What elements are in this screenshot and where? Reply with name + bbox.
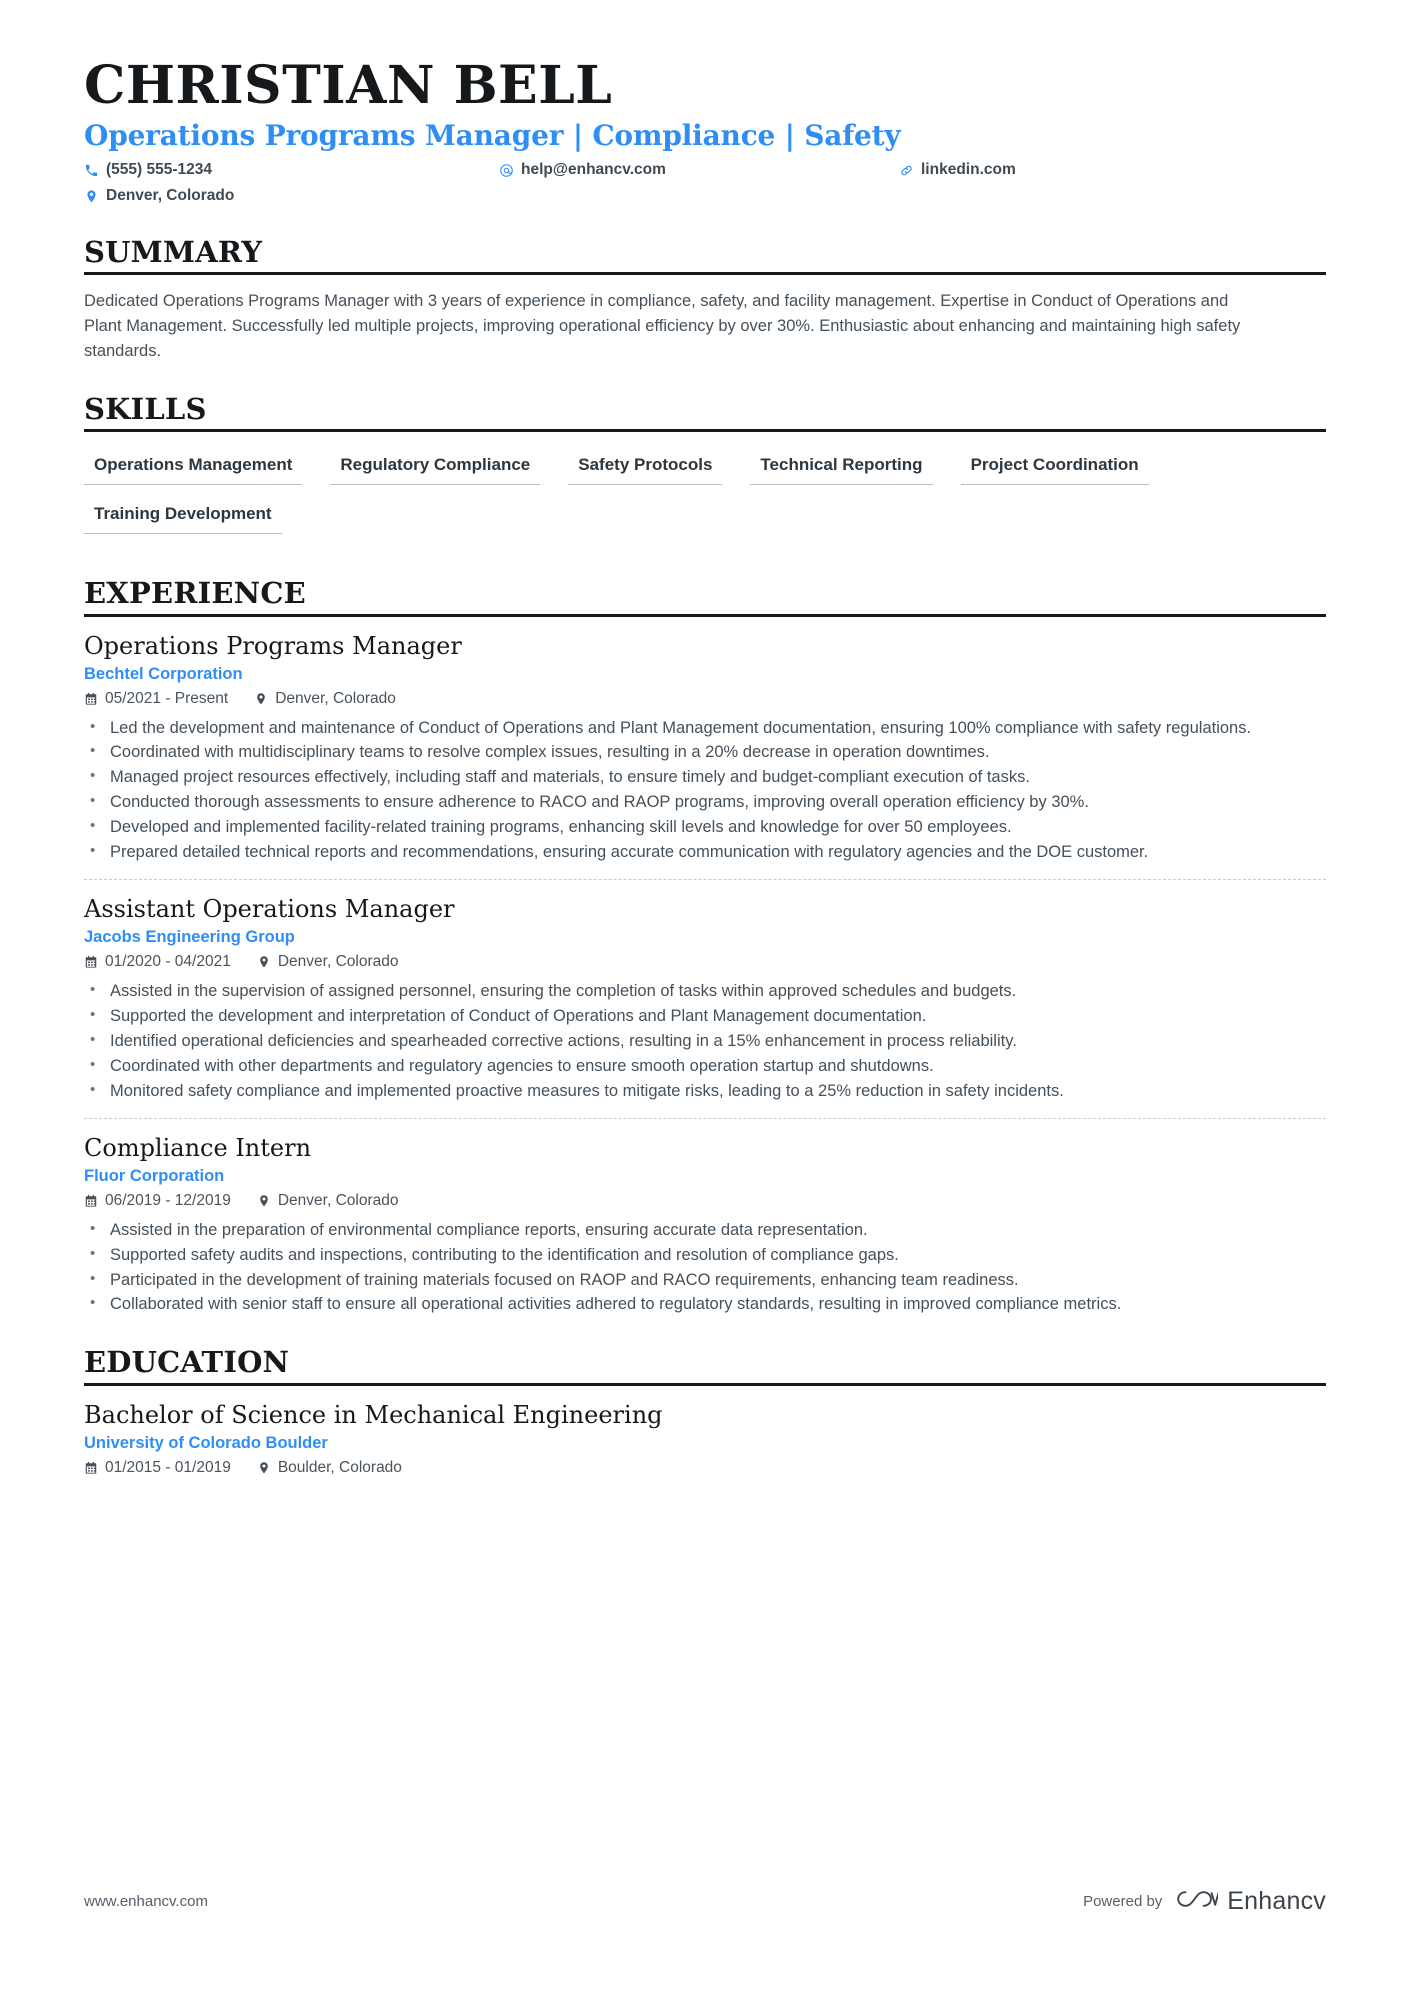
- footer-website-url[interactable]: www.enhancv.com: [84, 1893, 208, 1910]
- experience-location: Denver, Colorado: [257, 953, 399, 971]
- bullet-item: Supported the development and interpreta…: [84, 1004, 1324, 1029]
- experience-location-text: Denver, Colorado: [277, 953, 399, 971]
- experience-location: Denver, Colorado: [254, 690, 396, 708]
- bullet-item: Developed and implemented facility-relat…: [84, 815, 1324, 840]
- email-icon: [499, 163, 514, 178]
- section-title-education: EDUCATION: [84, 1347, 1326, 1386]
- experience-dates-text: 01/2020 - 04/2021: [105, 953, 231, 971]
- experience-bullets: Assisted in the supervision of assigned …: [84, 979, 1326, 1104]
- education-meta: 01/2015 - 01/2019 Boulder, Colorado: [84, 1459, 1326, 1477]
- section-title-summary: SUMMARY: [84, 237, 1326, 276]
- experience-bullets: Assisted in the preparation of environme…: [84, 1218, 1326, 1318]
- bullet-item: Coordinated with multidisciplinary teams…: [84, 740, 1324, 765]
- location-pin-icon: [257, 1461, 271, 1475]
- footer-branding: Powered by Enhancv: [1083, 1886, 1326, 1917]
- contact-linkedin[interactable]: linkedin.com: [899, 160, 1326, 181]
- skill-item: Operations Management: [84, 450, 303, 486]
- contact-phone[interactable]: (555) 555-1234: [84, 160, 499, 181]
- experience-dates: 01/2020 - 04/2021: [84, 953, 231, 971]
- phone-icon: [84, 163, 99, 178]
- experience-dates-text: 05/2021 - Present: [105, 689, 229, 707]
- experience-meta: 01/2020 - 04/2021 Denver, Colorado: [84, 953, 1326, 971]
- bullet-item: Coordinated with other departments and r…: [84, 1054, 1324, 1079]
- skills-list: Operations Management Regulatory Complia…: [84, 450, 1284, 548]
- calendar-icon: [84, 1194, 98, 1208]
- experience-dates-text: 06/2019 - 12/2019: [105, 1191, 231, 1209]
- experience-entry: Assistant Operations Manager Jacobs Engi…: [84, 879, 1326, 1104]
- education-location: Boulder, Colorado: [257, 1459, 402, 1477]
- section-skills: SKILLS Operations Management Regulatory …: [84, 393, 1326, 548]
- location-pin-icon: [84, 189, 99, 204]
- bullet-item: Assisted in the supervision of assigned …: [84, 979, 1324, 1004]
- resume-page: CHRISTIAN BELL Operations Programs Manag…: [0, 0, 1410, 1995]
- bullet-item: Conducted thorough assessments to ensure…: [84, 790, 1324, 815]
- contact-phone-text: (555) 555-1234: [106, 161, 212, 179]
- experience-bullets: Led the development and maintenance of C…: [84, 716, 1326, 866]
- section-education: EDUCATION Bachelor of Science in Mechani…: [84, 1347, 1326, 1476]
- experience-company: Fluor Corporation: [84, 1166, 225, 1185]
- experience-job-title: Assistant Operations Manager: [84, 895, 455, 924]
- contact-email-text: help@enhancv.com: [521, 161, 666, 179]
- education-degree: Bachelor of Science in Mechanical Engine…: [84, 1400, 663, 1429]
- bullet-item: Monitored safety compliance and implemen…: [84, 1079, 1324, 1104]
- bullet-item: Managed project resources effectively, i…: [84, 765, 1324, 790]
- bullet-item: Collaborated with senior staff to ensure…: [84, 1292, 1324, 1317]
- contact-email[interactable]: help@enhancv.com: [499, 160, 899, 181]
- skill-item: Regulatory Compliance: [330, 450, 541, 486]
- experience-entry: Compliance Intern Fluor Corporation 06/2…: [84, 1117, 1326, 1318]
- contact-info: (555) 555-1234 help@enhancv.com linkedin…: [84, 160, 1326, 207]
- powered-by-label: Powered by: [1083, 1893, 1163, 1910]
- experience-company: Jacobs Engineering Group: [84, 928, 295, 947]
- section-title-experience: EXPERIENCE: [84, 578, 1326, 617]
- calendar-icon: [84, 1461, 98, 1475]
- bullet-item: Led the development and maintenance of C…: [84, 716, 1324, 741]
- bullet-item: Prepared detailed technical reports and …: [84, 840, 1324, 865]
- experience-location-text: Denver, Colorado: [275, 689, 396, 707]
- bullet-item: Supported safety audits and inspections,…: [84, 1243, 1324, 1268]
- page-footer: www.enhancv.com Powered by Enhancv: [84, 1886, 1326, 1917]
- calendar-icon: [84, 955, 98, 969]
- experience-location: Denver, Colorado: [257, 1191, 399, 1210]
- candidate-name: CHRISTIAN BELL: [84, 55, 613, 116]
- skill-item: Safety Protocols: [568, 450, 723, 486]
- experience-entry: Operations Programs Manager Bechtel Corp…: [84, 617, 1326, 866]
- experience-dates: 05/2021 - Present: [84, 690, 228, 708]
- summary-text: Dedicated Operations Programs Manager wi…: [84, 292, 1241, 360]
- education-dates-text: 01/2015 - 01/2019: [105, 1458, 231, 1476]
- bullet-item: Identified operational deficiencies and …: [84, 1029, 1324, 1054]
- experience-dates: 06/2019 - 12/2019: [84, 1192, 231, 1210]
- education-dates: 01/2015 - 01/2019: [84, 1459, 231, 1477]
- location-pin-icon: [254, 692, 268, 706]
- location-pin-icon: [257, 955, 271, 969]
- bullet-item: Assisted in the preparation of environme…: [84, 1218, 1324, 1243]
- section-summary: SUMMARY Dedicated Operations Programs Ma…: [84, 237, 1326, 364]
- resume-header: CHRISTIAN BELL Operations Programs Manag…: [84, 55, 1326, 207]
- section-title-skills: SKILLS: [84, 393, 1326, 433]
- experience-job-title: Operations Programs Manager: [84, 631, 462, 660]
- experience-meta: 06/2019 - 12/2019 Denver, Colorado: [84, 1192, 1326, 1210]
- education-school: University of Colorado Boulder: [84, 1433, 328, 1452]
- skill-item: Project Coordination: [960, 450, 1149, 486]
- skill-item: Technical Reporting: [750, 450, 933, 486]
- experience-location-text: Denver, Colorado: [277, 1191, 399, 1209]
- education-location-text: Boulder, Colorado: [277, 1458, 402, 1476]
- experience-company: Bechtel Corporation: [84, 664, 243, 683]
- location-pin-icon: [257, 1194, 271, 1208]
- bullet-item: Participated in the development of train…: [84, 1268, 1324, 1293]
- education-entry: Bachelor of Science in Mechanical Engine…: [84, 1386, 1326, 1477]
- enhancv-mark-icon: [1176, 1886, 1220, 1917]
- contact-location: Denver, Colorado: [84, 186, 499, 207]
- candidate-headline: Operations Programs Manager | Compliance…: [84, 119, 901, 153]
- calendar-icon: [84, 692, 98, 706]
- enhancv-brand-name: Enhancv: [1227, 1887, 1326, 1915]
- experience-job-title: Compliance Intern: [84, 1133, 312, 1162]
- skill-item: Training Development: [84, 499, 282, 535]
- link-icon: [899, 163, 914, 178]
- section-experience: EXPERIENCE Operations Programs Manager B…: [84, 578, 1326, 1317]
- enhancv-logo: Enhancv: [1176, 1886, 1326, 1917]
- experience-meta: 05/2021 - Present Denver, Colorado: [84, 690, 1326, 708]
- contact-location-text: Denver, Colorado: [106, 187, 235, 205]
- contact-linkedin-text: linkedin.com: [921, 161, 1016, 179]
